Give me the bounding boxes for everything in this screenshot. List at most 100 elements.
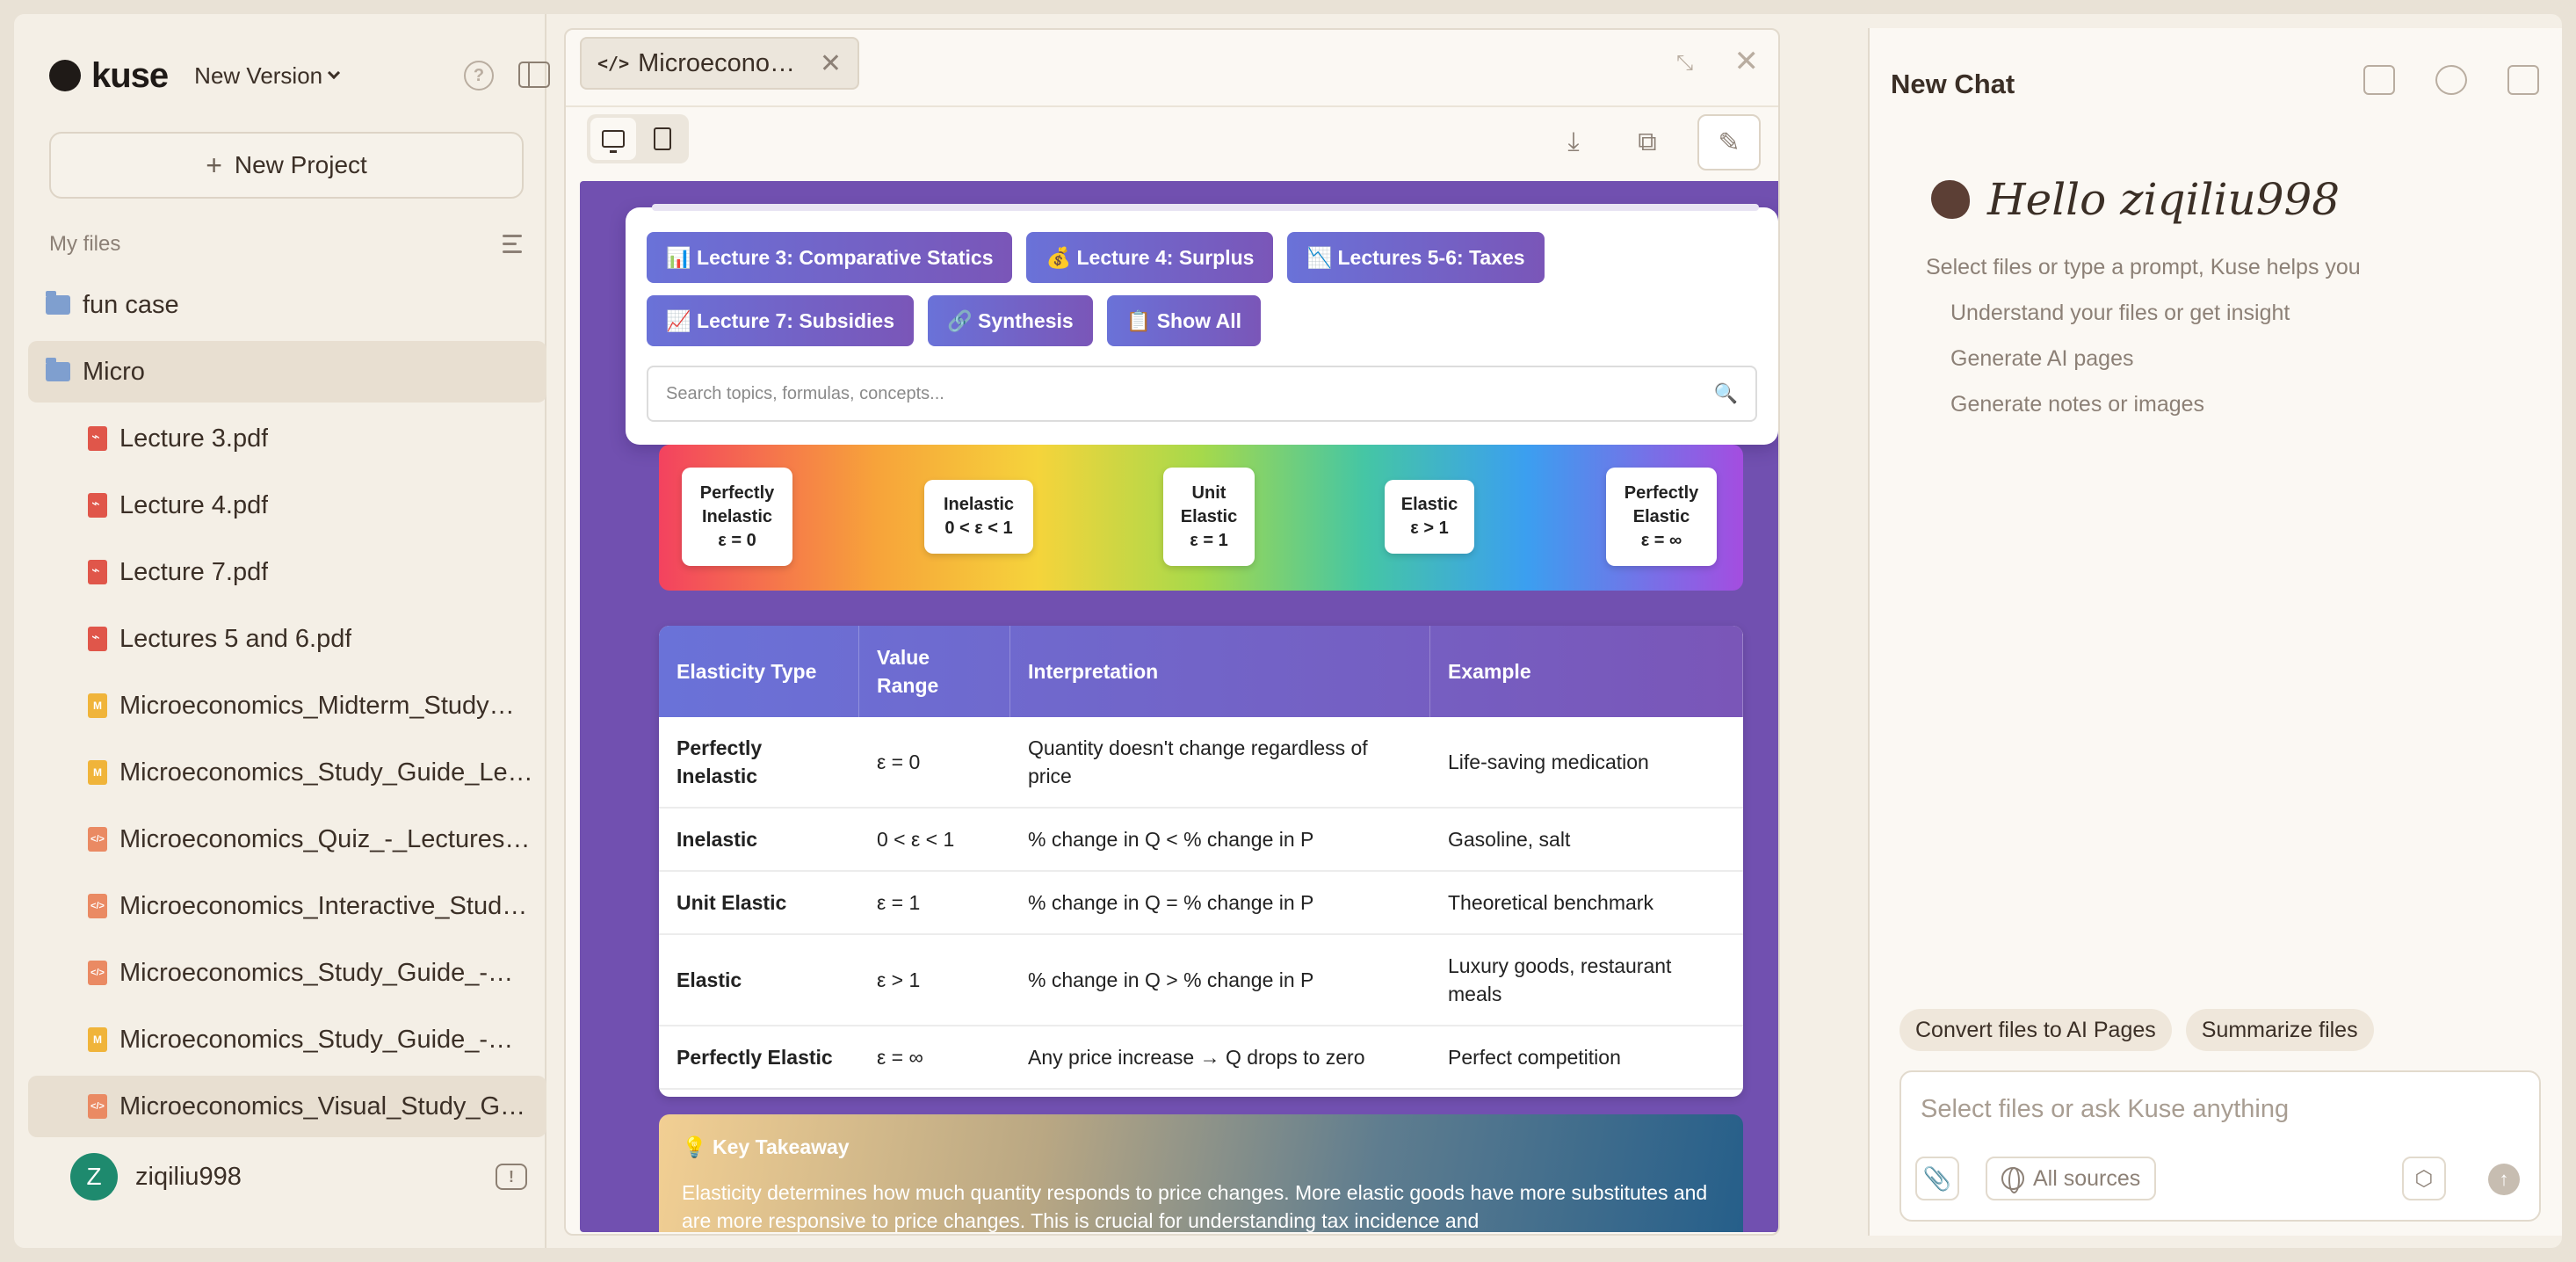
file-item[interactable]: Lectures 5 and 6.pdf <box>28 608 546 670</box>
key-takeaway: 💡 Key Takeaway Elasticity determines how… <box>659 1114 1743 1232</box>
summarize-files-button[interactable]: Summarize files <box>2185 1009 2374 1051</box>
table-body: Perfectly Inelastic ε = 0 Quantity doesn't… <box>659 717 1743 1090</box>
pdf-file-icon <box>88 493 107 518</box>
suggestion-ai-pages[interactable]: Generate AI pages <box>1950 346 2133 372</box>
folder-item[interactable]: Micro <box>28 341 546 403</box>
chat-input[interactable]: Select files or ask Kuse anything 📎 All … <box>1899 1070 2541 1222</box>
topic-chip[interactable]: 📊 Lecture 3: Comparative Statics <box>647 232 1013 283</box>
topic-chip[interactable]: 📈 Lecture 7: Subsidies <box>647 295 914 346</box>
spectrum-card: Elastic ε > 1 <box>1385 480 1474 554</box>
close-icon[interactable]: ✕ <box>1734 44 1760 79</box>
file-list: fun case Micro Lecture 3.pdf Lecture 4.pdf L… <box>28 274 546 1142</box>
files-heading: My files <box>49 232 121 256</box>
folder-icon <box>46 358 70 381</box>
feedback-icon[interactable]: ! <box>496 1164 527 1190</box>
preview-panel: </> Microecono… ✕ ⤡ ✕ ⤓ ⧉ ✎ 📊 Lecture 3:… <box>564 28 1780 1236</box>
table-row: Perfectly Elastic ε = ∞ Any price increase… <box>659 1026 1743 1090</box>
download-icon[interactable]: ⤓ <box>1550 119 1597 166</box>
file-name: fun case <box>83 290 179 319</box>
table-row: Unit Elastic ε = 1 % change in Q = % chang… <box>659 872 1743 935</box>
file-name: Lecture 3.pdf <box>119 424 269 453</box>
file-item[interactable]: </> Microeconomics_Quiz_-_Lectures… <box>28 809 546 870</box>
close-tab-icon[interactable]: ✕ <box>820 48 842 79</box>
chip-row-1: 📊 Lecture 3: Comparative Statics 💰 Lectur… <box>647 232 1545 283</box>
file-item[interactable]: Lecture 3.pdf <box>28 408 546 469</box>
spectrum-card-line: ε = 0 <box>718 530 756 550</box>
topic-navigation: 📊 Lecture 3: Comparative Statics 💰 Lectur… <box>626 204 1778 445</box>
desktop-view-button[interactable] <box>590 118 636 160</box>
chat-subtitle: Select files or type a prompt, Kuse help… <box>1926 255 2361 279</box>
new-project-button[interactable]: + New Project <box>49 132 524 199</box>
new-project-label: New Project <box>234 151 367 178</box>
spectrum-card-line: ε = 1 <box>1190 530 1228 550</box>
history-icon[interactable] <box>2435 65 2467 95</box>
table-cell: Elastic <box>677 968 742 991</box>
file-name: Microeconomics_Midterm_Study… <box>119 691 515 720</box>
table-cell: Perfectly Elastic <box>677 1045 833 1069</box>
file-item[interactable]: Lecture 7.pdf <box>28 541 546 603</box>
file-item[interactable]: </> Microeconomics_Study_Guide_-… <box>28 942 546 1004</box>
spectrum-card-line: Elastic <box>1632 506 1690 526</box>
document-view-button[interactable] <box>640 118 685 160</box>
topic-chip[interactable]: 💰 Lecture 4: Surplus <box>1026 232 1274 283</box>
file-name: Lecture 7.pdf <box>119 557 269 586</box>
table-cell: Theoretical benchmark <box>1448 890 1653 914</box>
folder-item[interactable]: fun case <box>28 274 546 336</box>
spectrum-card-line: Elastic <box>1180 506 1238 526</box>
suggestion-notes[interactable]: Generate notes or images <box>1950 392 2204 417</box>
page-viewport[interactable]: 📊 Lecture 3: Comparative Statics 💰 Lectur… <box>580 181 1778 1232</box>
username[interactable]: ziqiliu998 <box>135 1163 242 1192</box>
html-file-icon: </> <box>88 894 107 918</box>
chat-input-placeholder: Select files or ask Kuse anything <box>1921 1095 2290 1123</box>
tab-microeconomics[interactable]: </> Microecono… ✕ <box>580 37 859 90</box>
preview-toolbar: ⤓ ⧉ ✎ <box>566 105 1778 170</box>
topic-chip[interactable]: 📋 Show All <box>1106 295 1261 346</box>
topic-chip[interactable]: 🔗 Synthesis <box>928 295 1093 346</box>
spectrum-card: Unit Elastic ε = 1 <box>1163 468 1255 566</box>
table-cell: % change in Q > % change in P <box>1028 968 1314 991</box>
panel-toggle-icon[interactable] <box>2507 65 2539 95</box>
table-cell: ε = 1 <box>877 890 921 914</box>
file-item[interactable]: M Microeconomics_Midterm_Study… <box>28 675 546 736</box>
spectrum-card-line: Perfectly <box>699 482 775 503</box>
spectrum-card-line: ε = ∞ <box>1640 530 1682 550</box>
sources-button[interactable]: All sources <box>1986 1157 2157 1200</box>
file-item[interactable]: M Microeconomics_Study_Guide_-… <box>28 1009 546 1070</box>
file-item[interactable]: </> Microeconomics_Interactive_Stud… <box>28 875 546 937</box>
table-cell: Life-saving medication <box>1448 750 1649 773</box>
attach-icon[interactable]: 📎 <box>1915 1157 1959 1200</box>
topic-chip[interactable]: 📉 Lectures 5-6: Taxes <box>1287 232 1545 283</box>
suggestion-insight[interactable]: Understand your files or get insight <box>1950 301 2290 326</box>
file-name: Lecture 4.pdf <box>119 490 269 519</box>
file-item[interactable]: M Microeconomics_Study_Guide_Le… <box>28 742 546 803</box>
pdf-file-icon <box>88 627 107 651</box>
edit-pencil-icon[interactable]: ✎ <box>1697 114 1761 170</box>
avatar[interactable]: Z <box>70 1153 118 1200</box>
file-item[interactable]: Lecture 4.pdf <box>28 475 546 536</box>
topic-search-input[interactable]: Search topics, formulas, concepts... 🔍 <box>647 366 1757 422</box>
files-header: My files <box>49 232 529 257</box>
markdown-file-icon: M <box>88 1027 107 1052</box>
table-cell: Perfectly Inelastic <box>677 736 763 787</box>
pdf-file-icon <box>88 426 107 451</box>
table-cell: 0 < ε < 1 <box>877 827 955 851</box>
markdown-file-icon: M <box>88 760 107 785</box>
table-row: Elastic ε > 1 % change in Q > % change in … <box>659 935 1743 1026</box>
table-header: Elasticity Type Value Range Interpretation… <box>659 626 1743 717</box>
send-icon[interactable]: ↑ <box>2488 1164 2520 1195</box>
cube-icon[interactable]: ⬡ <box>2402 1157 2446 1200</box>
open-external-icon[interactable]: ⧉ <box>1624 119 1671 166</box>
plus-icon: + <box>206 149 222 181</box>
help-icon[interactable]: ? <box>464 61 494 91</box>
html-file-icon: </> <box>88 827 107 852</box>
file-item[interactable]: </> Microeconomics_Visual_Study_G… <box>28 1076 546 1137</box>
new-chat-icon[interactable] <box>2363 65 2395 95</box>
convert-files-button[interactable]: Convert files to AI Pages <box>1899 1009 2172 1051</box>
version-dropdown[interactable]: New Version <box>194 62 341 90</box>
sort-icon[interactable] <box>503 233 529 256</box>
brand-row: kuse New Version ? <box>49 49 550 102</box>
collapse-icon[interactable]: ⤡ <box>1676 51 1701 76</box>
globe-icon <box>2001 1167 2024 1193</box>
greeting: Hello ziqiliu998 <box>1987 174 2341 225</box>
sidebar-toggle-icon[interactable] <box>518 62 550 88</box>
